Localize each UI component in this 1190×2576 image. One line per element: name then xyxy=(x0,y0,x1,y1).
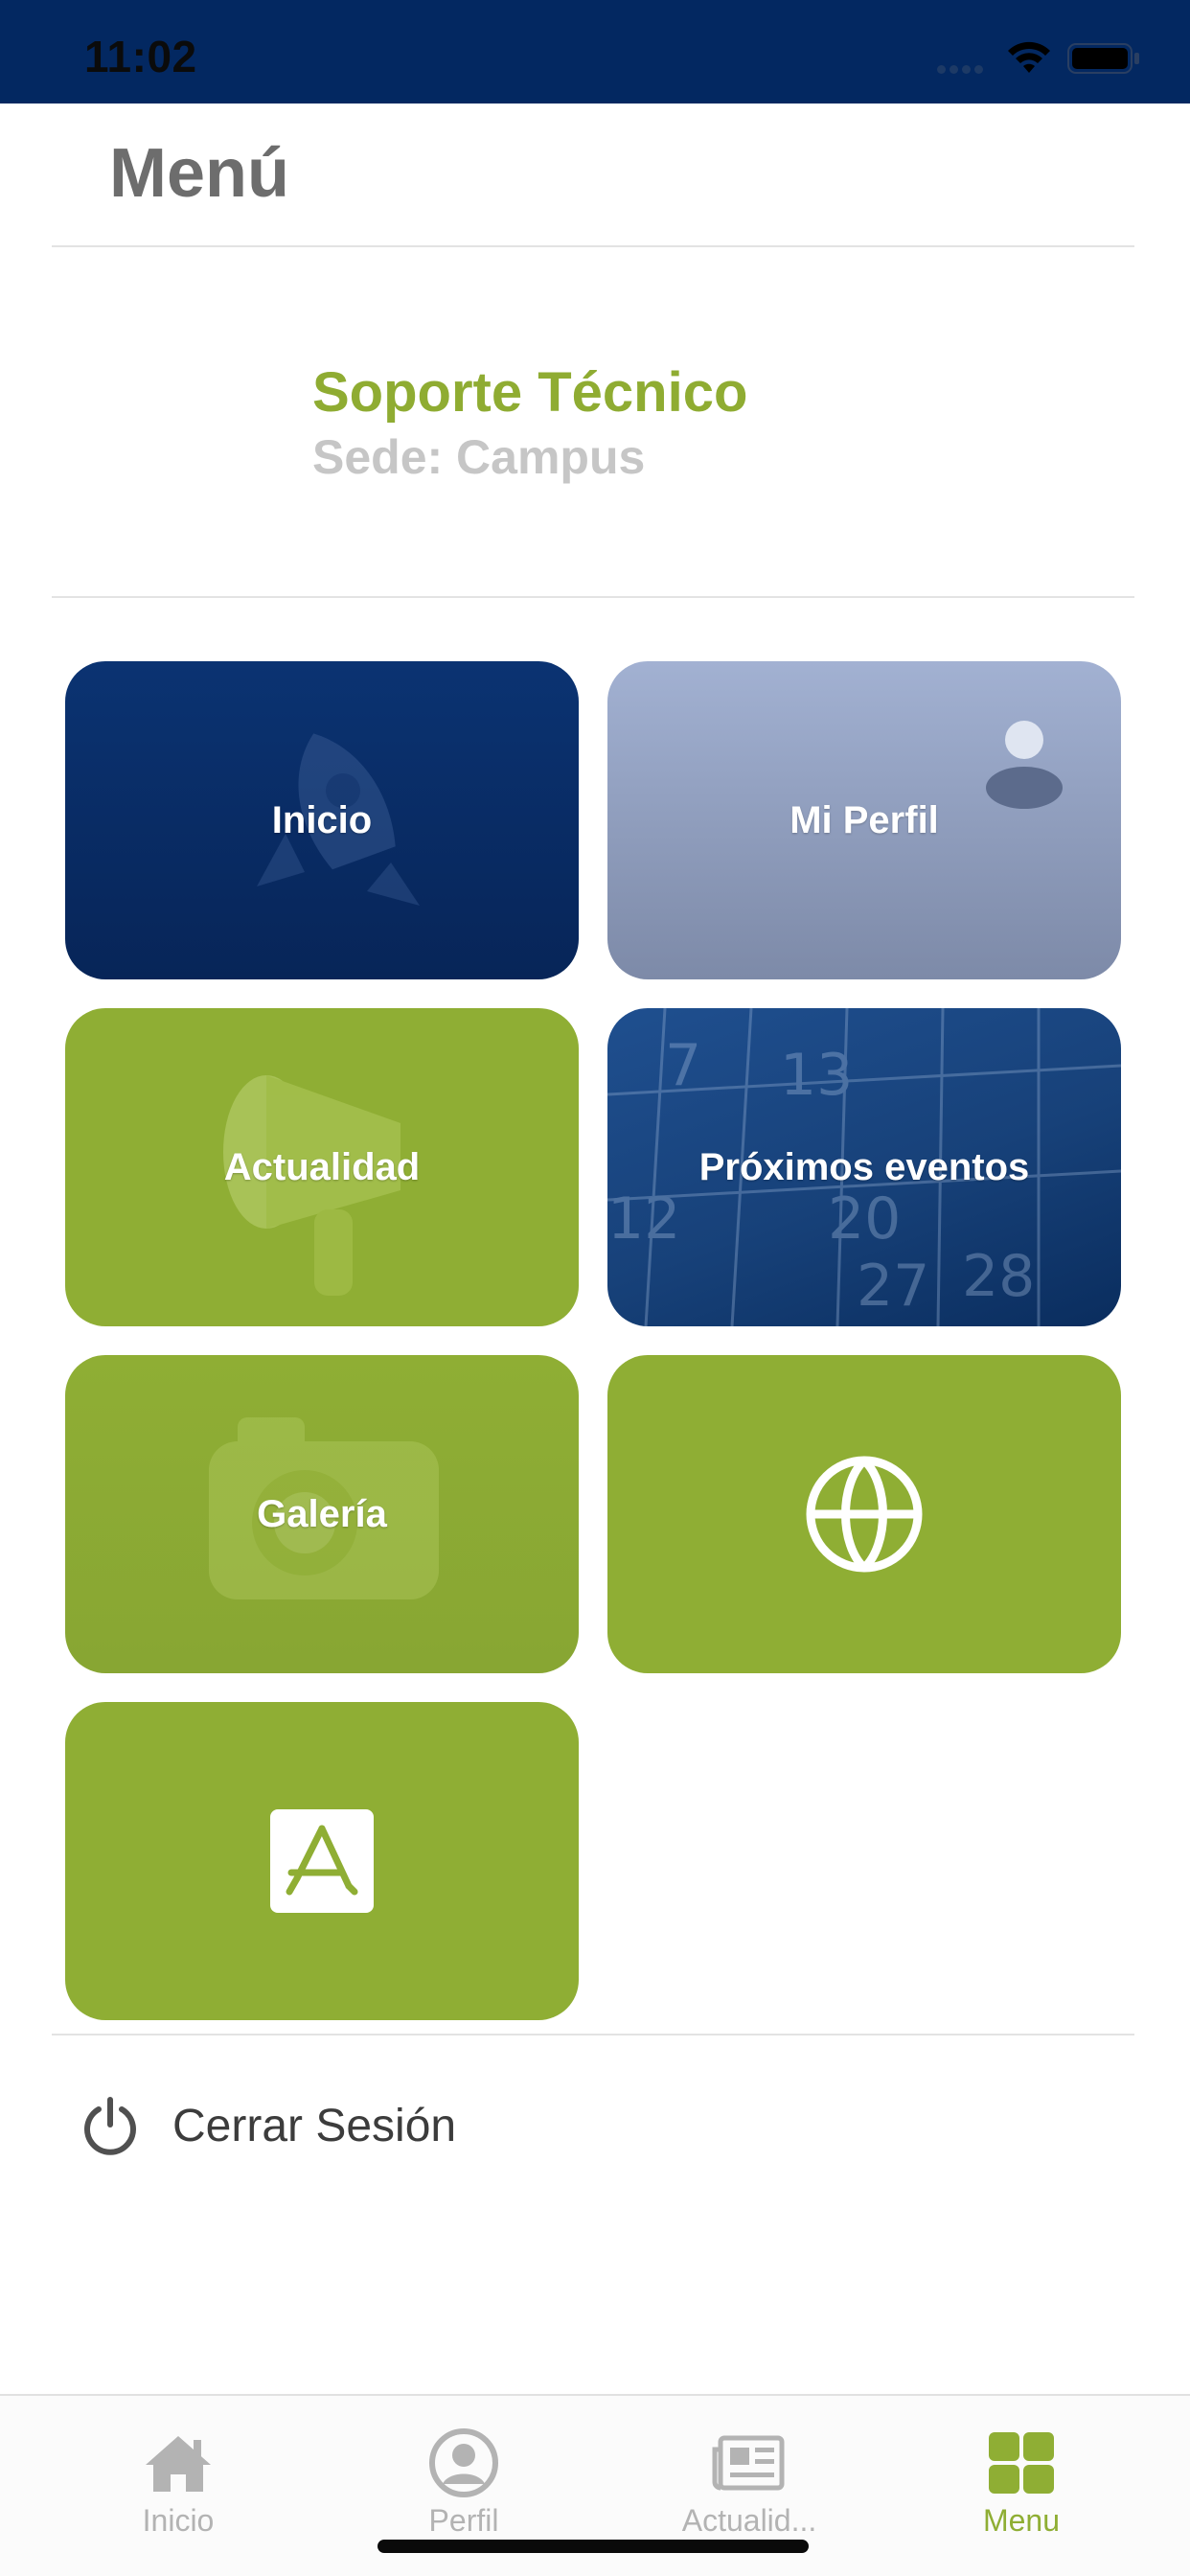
home-icon xyxy=(146,2436,211,2492)
battery-icon xyxy=(1067,43,1139,74)
header-divider xyxy=(52,245,1134,247)
tile-label: Mi Perfil xyxy=(790,798,939,841)
person-icon xyxy=(429,2428,498,2497)
wifi-icon xyxy=(1008,41,1050,73)
status-time: 11:02 xyxy=(84,32,197,81)
svg-text:28: 28 xyxy=(962,1243,1035,1310)
home-indicator xyxy=(378,2540,809,2553)
tile-inicio[interactable]: Inicio xyxy=(65,661,579,979)
tile-mi-perfil[interactable]: Mi Perfil xyxy=(607,661,1121,979)
power-icon xyxy=(84,2097,136,2155)
tab-actualidad[interactable]: Actualid... xyxy=(634,2396,864,2540)
tab-label: Perfil xyxy=(428,2503,499,2538)
tile-app-store[interactable] xyxy=(65,1702,579,2020)
tile-label: Galería xyxy=(257,1492,387,1535)
tab-label: Inicio xyxy=(142,2503,215,2538)
tile-label: Inicio xyxy=(271,798,373,841)
tab-label: Menu xyxy=(982,2503,1061,2538)
logout-label: Cerrar Sesión xyxy=(172,2100,457,2151)
newspaper-icon xyxy=(712,2435,785,2491)
profile-divider xyxy=(52,596,1134,598)
svg-text:27: 27 xyxy=(857,1253,929,1320)
svg-text:7: 7 xyxy=(665,1032,701,1099)
svg-text:13: 13 xyxy=(780,1042,853,1109)
profile-site: Sede: Campus xyxy=(312,430,646,484)
tab-label: Actualid... xyxy=(681,2503,817,2538)
tab-perfil[interactable]: Perfil xyxy=(349,2396,579,2540)
user-icon xyxy=(986,721,1063,809)
svg-text:12: 12 xyxy=(607,1185,680,1253)
tile-label: Próximos eventos xyxy=(698,1145,1030,1188)
tab-inicio[interactable]: Inicio xyxy=(63,2396,293,2540)
tile-galeria[interactable]: Galería xyxy=(65,1355,579,1673)
app-store-icon xyxy=(270,1809,374,1913)
tile-actualidad[interactable]: Actualidad xyxy=(65,1008,579,1326)
logout-divider xyxy=(52,2034,1134,2036)
logout-button[interactable]: Cerrar Sesión xyxy=(52,2078,1134,2174)
page-title: Menú xyxy=(109,135,289,212)
tile-label: Actualidad xyxy=(223,1145,421,1188)
profile-name: Soporte Técnico xyxy=(312,361,748,424)
svg-text:20: 20 xyxy=(828,1185,901,1253)
tile-proximos-eventos[interactable]: 7 13 12 20 27 28 Próximos eventos xyxy=(607,1008,1121,1326)
globe-icon xyxy=(806,1456,923,1573)
tile-web[interactable] xyxy=(607,1355,1121,1673)
signal-icon xyxy=(937,61,995,74)
tab-menu[interactable]: Menu xyxy=(906,2396,1136,2540)
grid-icon xyxy=(989,2432,1054,2494)
status-bar: 11:02 xyxy=(0,0,1190,104)
